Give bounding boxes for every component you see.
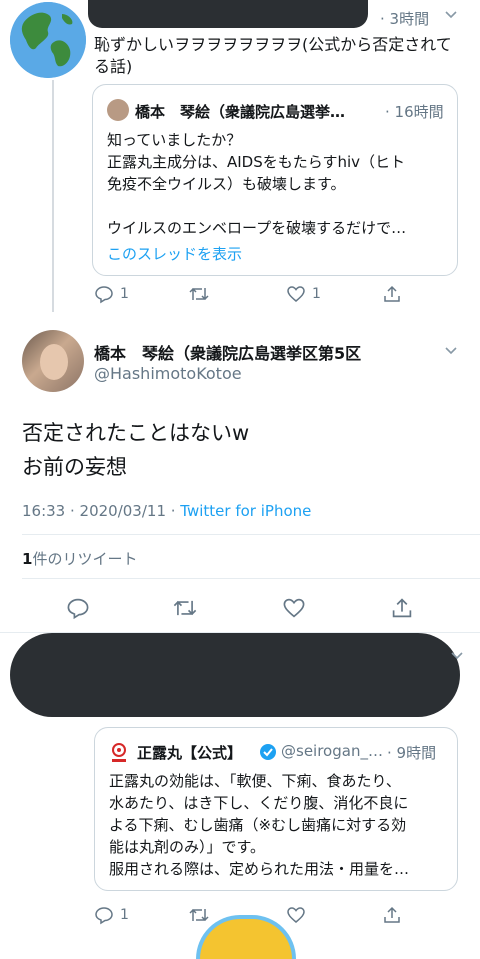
reply-button[interactable]: 1 <box>94 905 129 925</box>
share-icon <box>384 906 400 923</box>
redacted-username <box>88 0 368 28</box>
source-link[interactable]: Twitter for iPhone <box>180 502 311 520</box>
retweet-button[interactable] <box>172 596 198 620</box>
reply-icon <box>67 598 89 620</box>
quote-author-name: 橋本 琴絵（衆議院広島選挙… <box>135 103 346 121</box>
chevron-down-icon[interactable] <box>450 651 464 661</box>
like-button[interactable]: 1 <box>286 284 321 304</box>
like-icon <box>283 598 305 618</box>
quote-time: · 9時間 <box>387 744 437 762</box>
author-handle[interactable]: @HashimotoKotoe <box>94 364 242 383</box>
like-button[interactable] <box>282 596 306 620</box>
reply-icon <box>95 907 113 925</box>
reply-button[interactable]: 1 <box>94 284 129 304</box>
verified-icon <box>260 744 276 760</box>
like-button[interactable] <box>286 905 306 925</box>
reply-count: 1 <box>120 907 129 923</box>
avatar[interactable] <box>22 330 84 392</box>
retweet-stats[interactable]: 1件のリツイート <box>22 548 137 569</box>
retweet-button[interactable] <box>188 284 210 304</box>
quote-author-handle: @seirogan_… <box>281 742 383 760</box>
share-icon <box>384 285 400 302</box>
tweet-timestamp: 16:33 · 2020/03/11 · Twitter for iPhone <box>22 502 312 520</box>
share-button[interactable] <box>390 596 414 620</box>
retweet-icon <box>189 287 209 301</box>
avatar[interactable] <box>10 2 86 78</box>
tweet-1[interactable]: · 3時間 恥ずかしいヲヲヲヲヲヲヲヲ(公式から否定されて る話) 橋本 琴絵（… <box>0 0 480 312</box>
like-count: 1 <box>312 286 321 302</box>
tweet-text: 恥ずかしいヲヲヲヲヲヲヲヲ(公式から否定されて る話) <box>94 35 452 76</box>
share-button[interactable] <box>382 905 402 925</box>
seirogan-logo-icon <box>112 743 126 762</box>
divider <box>22 578 480 579</box>
tweet-text: 否定されたことはないw お前の妄想 <box>22 421 250 479</box>
like-icon <box>287 286 305 302</box>
reply-count: 1 <box>120 286 129 302</box>
tweet-3[interactable]: 正露丸【公式】 @seirogan_… · 9時間 正露丸の効能は、「軟便、下痢… <box>0 633 480 931</box>
reply-icon <box>95 286 113 304</box>
share-button[interactable] <box>382 284 402 304</box>
quote-avatar <box>107 99 129 121</box>
show-thread-link[interactable]: このスレッドを表示 <box>107 243 242 264</box>
quote-time: · 16時間 <box>385 103 444 121</box>
retweet-icon <box>173 600 197 616</box>
share-icon <box>392 598 412 618</box>
reply-button[interactable] <box>66 596 90 620</box>
author-name[interactable]: 橋本 琴絵（衆議院広島選挙区第5区 <box>94 340 361 364</box>
like-icon <box>287 907 305 923</box>
retweet-button[interactable] <box>188 905 210 925</box>
globe-icon <box>10 2 86 78</box>
chevron-down-icon[interactable] <box>444 10 458 20</box>
quote-author-name: 正露丸【公式】 <box>137 744 243 762</box>
quoted-tweet[interactable]: 正露丸【公式】 @seirogan_… · 9時間 正露丸の効能は、「軟便、下痢… <box>94 727 458 891</box>
retweet-icon <box>189 908 209 922</box>
divider <box>22 534 480 535</box>
tweet-time: · 3時間 <box>380 10 430 28</box>
thread-line <box>52 80 54 312</box>
main-tweet: 橋本 琴絵（衆議院広島選挙区第5区 @HashimotoKotoe 否定されたこ… <box>0 318 480 630</box>
redacted-header <box>10 633 460 717</box>
quote-text: 正露丸の効能は、「軟便、下痢、食あたり、 水あたり、はき下し、くだり腹、消化不良… <box>109 772 410 878</box>
quote-text: 知っていましたか？ 正露丸主成分は、AIDSをもたらすhiv（ヒト 免疫不全ウイ… <box>107 131 407 237</box>
quoted-tweet[interactable]: 橋本 琴絵（衆議院広島選挙… · 16時間 知っていましたか？ 正露丸主成分は、… <box>92 84 458 276</box>
chevron-down-icon[interactable] <box>444 346 458 356</box>
